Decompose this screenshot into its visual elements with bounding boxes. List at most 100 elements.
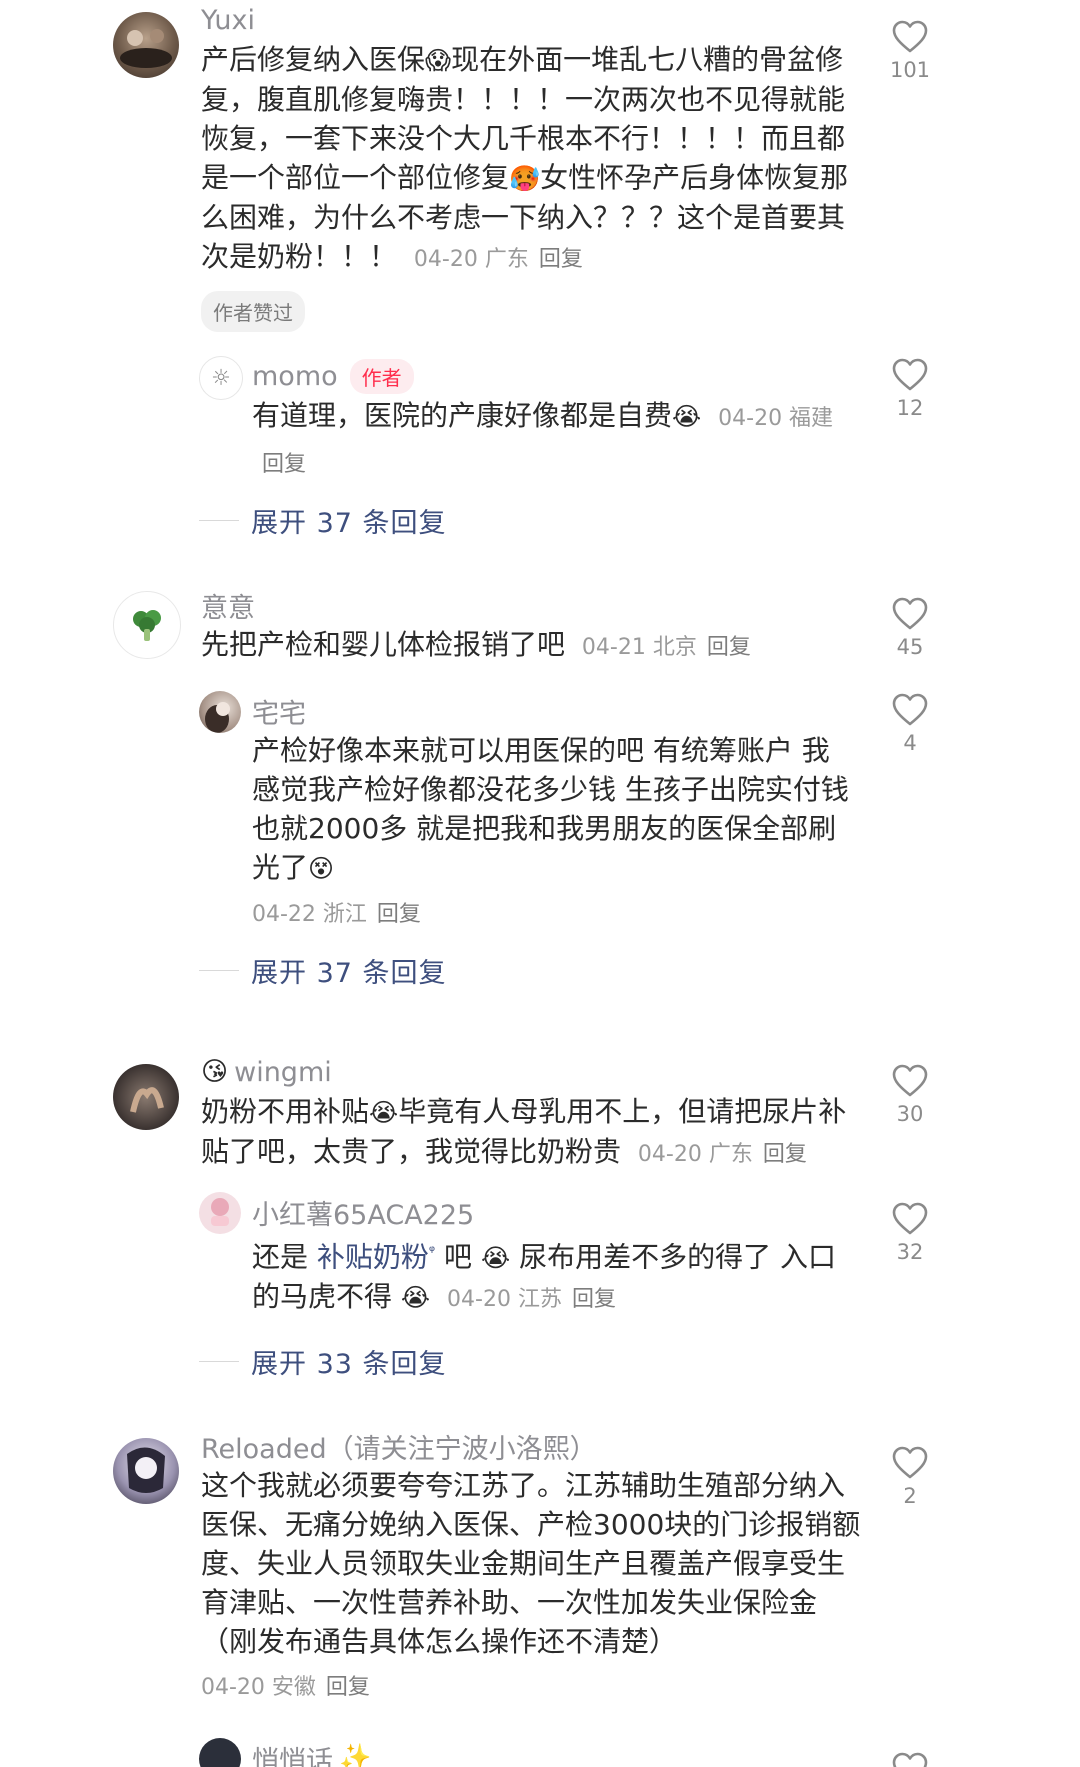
comment-text[interactable]: 产检好像本来就可以用医保的吧 有统筹账户 我感觉我产检好像都没花多少钱 生孩子出… xyxy=(252,731,852,888)
username[interactable]: momo xyxy=(252,361,338,392)
reply-comment: 小红薯65ACA225 还是 补贴奶粉ᵠ 吧 😭 尿布用差不多的得了 入口的马虎… xyxy=(0,1192,1080,1319)
heart-outline-icon xyxy=(892,597,928,630)
username[interactable]: 宅宅 xyxy=(252,692,306,731)
like-count: 32 xyxy=(896,1240,924,1264)
comment-text[interactable]: 还是 补贴奶粉ᵠ 吧 😭 尿布用差不多的得了 入口的马虎不得 😭 04-20 江… xyxy=(252,1232,852,1319)
reply-comment: 悄悄话 ✨ xyxy=(0,1738,1080,1767)
username[interactable]: 意意 xyxy=(201,586,255,625)
date-location: 04-20 广东 xyxy=(413,247,529,272)
comment-meta: 04-20 江苏 回复 xyxy=(447,1287,616,1312)
comment-text[interactable]: 产后修复纳入医保😱现在外面一堆乱七八糟的骨盆修复，腹直肌修复嗨贵！！！！一次两次… xyxy=(201,40,861,279)
crying-emoji-icon: 😭 xyxy=(672,402,702,431)
topic-link[interactable]: 补贴奶粉 xyxy=(317,1240,429,1273)
username[interactable]: Reloaded（请关注宁波小洛熙） xyxy=(201,1427,597,1466)
like-button[interactable]: 101 xyxy=(880,20,940,82)
crying-emoji-icon: 😭 xyxy=(480,1243,511,1273)
avatar[interactable] xyxy=(199,691,241,733)
date-location: 04-20 江苏 xyxy=(447,1287,562,1313)
hot-face-emoji-icon: 🥵 xyxy=(509,164,541,193)
avatar[interactable] xyxy=(113,1438,179,1504)
expand-replies-button[interactable]: 展开 33 条回复 xyxy=(0,1341,1080,1381)
scream-emoji-icon: 😱 xyxy=(425,46,452,75)
username[interactable]: 小红薯65ACA225 xyxy=(252,1193,474,1232)
comment-thread: Yuxi 产后修复纳入医保😱现在外面一堆乱七八糟的骨盆修复，腹直肌修复嗨贵！！！… xyxy=(0,0,1080,540)
comment-meta: 04-20 安徽 回复 xyxy=(201,1669,861,1701)
avatar-image xyxy=(127,1447,165,1493)
like-count: 101 xyxy=(889,58,931,82)
reply-button[interactable]: 回复 xyxy=(763,1142,807,1167)
username[interactable]: wingmi xyxy=(234,1057,332,1088)
comment: 😘 wingmi 奶粉不用补贴😭毕竟有人母乳用不上，但请把尿片补贴了吧，太贵了，我… xyxy=(0,1052,1080,1174)
crying-emoji-icon: 😭 xyxy=(400,1283,431,1313)
expand-replies-label: 展开 33 条回复 xyxy=(251,1348,447,1380)
comment-thread: 悄悄话 ✨ xyxy=(0,1738,1080,1767)
expand-replies-button[interactable]: 展开 37 条回复 xyxy=(0,950,1080,990)
like-count: 45 xyxy=(896,635,924,659)
like-count: 2 xyxy=(903,1484,917,1508)
comment-text[interactable]: 这个我就必须要夸夸江苏了。江苏辅助生殖部分纳入医保、无痛分娩纳入医保、产检300… xyxy=(201,1466,861,1661)
date-location: 04-20 福建 xyxy=(718,406,834,431)
comment-list: Yuxi 产后修复纳入医保😱现在外面一堆乱七八糟的骨盆修复，腹直肌修复嗨贵！！！… xyxy=(0,0,1080,1767)
reply-button[interactable]: 回复 xyxy=(262,452,306,477)
broccoli-icon xyxy=(133,610,161,641)
username[interactable]: Yuxi xyxy=(201,5,255,36)
expand-replies-label: 展开 37 条回复 xyxy=(251,957,447,989)
comment-thread: 😘 wingmi 奶粉不用补贴😭毕竟有人母乳用不上，但请把尿片补贴了吧，太贵了，我… xyxy=(0,1052,1080,1381)
avatar[interactable] xyxy=(199,1192,241,1234)
dizzy-face-emoji-icon: 😵 xyxy=(308,854,335,883)
avatar[interactable] xyxy=(199,1738,241,1767)
comment-meta: 04-21 北京 回复 xyxy=(582,635,751,660)
avatar[interactable] xyxy=(113,591,181,659)
sparkles-emoji-icon: ✨ xyxy=(339,1743,372,1767)
divider xyxy=(199,1360,239,1362)
comment-text[interactable]: 奶粉不用补贴😭毕竟有人母乳用不上，但请把尿片补贴了吧，太贵了，我觉得比奶粉贵 0… xyxy=(201,1092,861,1174)
heart-outline-icon xyxy=(892,1752,928,1767)
comment-meta: 04-20 福建 xyxy=(718,406,833,431)
comment-meta: 04-20 广东 回复 xyxy=(638,1142,807,1167)
heart-outline-icon xyxy=(892,1202,928,1235)
divider xyxy=(199,969,239,971)
like-count: 12 xyxy=(896,396,924,420)
avatar-image xyxy=(130,1087,164,1113)
avatar-image xyxy=(211,1198,229,1226)
comment: Yuxi 产后修复纳入医保😱现在外面一堆乱七八糟的骨盆修复，腹直肌修复嗨贵！！！… xyxy=(0,0,1080,332)
avatar-image xyxy=(205,702,230,733)
like-button[interactable]: 12 xyxy=(880,358,940,420)
reply-button[interactable]: 回复 xyxy=(707,635,751,660)
date-location: 04-20 安徽 xyxy=(201,1675,316,1700)
author-tag: 作者 xyxy=(349,358,414,394)
reply-button[interactable]: 回复 xyxy=(326,1675,370,1700)
like-button[interactable]: 4 xyxy=(880,693,940,755)
username[interactable]: 悄悄话 xyxy=(252,1739,333,1767)
reply-button[interactable]: 回复 xyxy=(539,247,583,272)
comment: Reloaded（请关注宁波小洛熙） 这个我就必须要夸夸江苏了。江苏辅助生殖部分… xyxy=(0,1426,1080,1701)
reply-button[interactable]: 回复 xyxy=(377,902,421,927)
date-location: 04-20 广东 xyxy=(637,1142,753,1167)
heart-outline-icon xyxy=(892,693,928,726)
avatar[interactable] xyxy=(113,1064,179,1130)
like-button[interactable]: 32 xyxy=(880,1202,940,1264)
divider xyxy=(199,519,239,521)
expand-replies-button[interactable]: 展开 37 条回复 xyxy=(0,500,1080,540)
like-button[interactable]: 30 xyxy=(880,1064,940,1126)
date-location: 04-21 北京 xyxy=(581,635,697,660)
like-count: 4 xyxy=(903,731,917,755)
like-button[interactable] xyxy=(880,1752,940,1767)
like-button[interactable]: 2 xyxy=(880,1446,940,1508)
comment-text[interactable]: 有道理，医院的产康好像都是自费😭 04-20 福建 xyxy=(252,396,852,438)
heart-outline-icon xyxy=(892,1446,928,1479)
author-liked-badge: 作者赞过 xyxy=(201,291,305,332)
reply-comment: ☼ momo 作者 有道理，医院的产康好像都是自费😭 04-20 福建 回复 12 xyxy=(0,356,1080,478)
date-location: 04-22 浙江 xyxy=(252,902,367,927)
like-count: 30 xyxy=(896,1102,924,1126)
sun-icon: ☼ xyxy=(211,365,231,391)
avatar[interactable] xyxy=(113,12,179,78)
comment-meta: 04-22 浙江 回复 xyxy=(252,896,852,928)
reply-button[interactable]: 回复 xyxy=(572,1287,616,1312)
kissing-emoji-icon: 😘 xyxy=(201,1057,229,1087)
heart-outline-icon xyxy=(892,1064,928,1097)
avatar[interactable]: ☼ xyxy=(199,356,243,400)
comment-meta: 04-20 广东 回复 xyxy=(414,247,583,272)
comment-text[interactable]: 先把产检和婴儿体检报销了吧 04-21 北京 回复 xyxy=(201,625,861,667)
like-button[interactable]: 45 xyxy=(880,597,940,659)
